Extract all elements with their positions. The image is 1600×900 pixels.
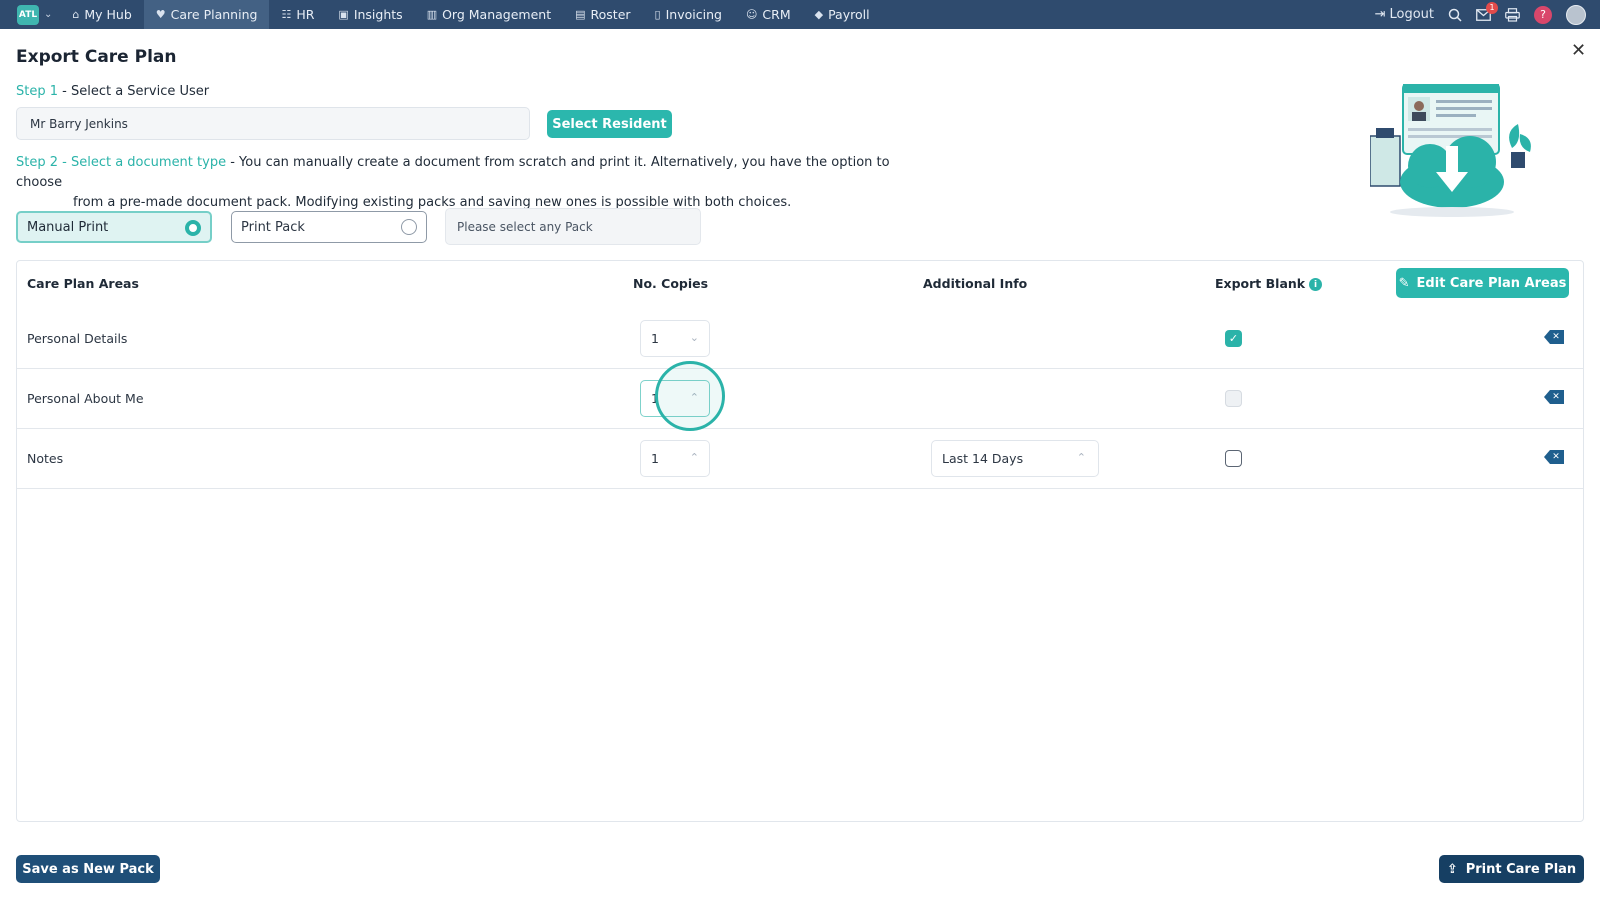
step1-label: Step 1 - Select a Service User: [16, 84, 210, 99]
header-additional-info: Additional Info: [923, 276, 1028, 291]
print-care-plan-button[interactable]: ⇪ Print Care Plan: [1439, 855, 1584, 883]
avatar-image: [1566, 4, 1586, 25]
header-care-plan-areas: Care Plan Areas: [27, 276, 139, 291]
chevron-up-icon: ⌃: [1076, 451, 1086, 464]
export-blank-checkbox: [1225, 390, 1242, 407]
users-icon: ☷: [281, 8, 292, 21]
user-icon: ☺: [745, 8, 758, 21]
home-icon: ⌂: [72, 8, 80, 21]
building-icon: ▥: [426, 8, 438, 21]
edit-care-plan-areas-button[interactable]: ✎ Edit Care Plan Areas: [1396, 268, 1569, 298]
search-icon[interactable]: [1448, 8, 1462, 22]
heart-icon: ♥: [155, 8, 166, 21]
radio-selected-icon: [185, 220, 201, 236]
page-title: Export Care Plan: [16, 47, 177, 67]
nav-insights[interactable]: ▣ Insights: [326, 0, 414, 29]
chevron-down-icon[interactable]: ⌄: [44, 9, 52, 20]
copies-select[interactable]: 1 ⌄: [640, 320, 710, 357]
help-button[interactable]: ?: [1534, 5, 1552, 24]
nav-org-management[interactable]: ▥ Org Management: [415, 0, 563, 29]
printer-icon[interactable]: [1505, 7, 1520, 22]
logout-link[interactable]: ⇥ Logout: [1375, 7, 1434, 22]
calendar-icon: ▤: [575, 8, 586, 21]
pencil-icon: ✎: [1398, 275, 1410, 291]
file-icon: ▯: [654, 8, 661, 21]
remove-row-icon[interactable]: ✕: [1544, 330, 1564, 344]
export-blank-checkbox[interactable]: [1225, 450, 1242, 467]
select-resident-button[interactable]: Select Resident: [547, 110, 672, 138]
table-row: Notes 1 ⌃ Last 14 Days ⌃ ✕: [17, 429, 1583, 489]
nav-roster[interactable]: ▤ Roster: [563, 0, 642, 29]
chevron-up-icon: ⌃: [689, 451, 699, 464]
nav-my-hub[interactable]: ⌂ My Hub: [60, 0, 143, 29]
nav-invoicing[interactable]: ▯ Invoicing: [643, 0, 734, 29]
remove-row-icon[interactable]: ✕: [1544, 390, 1564, 404]
export-illustration-icon: [1370, 84, 1531, 217]
nav-care-planning[interactable]: ♥ Care Planning: [143, 0, 270, 29]
top-nav: ATL ⌄ ⌂ My Hub ♥ Care Planning ☷ HR ▣ Insigh…: [0, 0, 1600, 29]
mail-icon[interactable]: 1: [1476, 1, 1498, 21]
click-highlight: [655, 361, 725, 431]
save-as-new-pack-button[interactable]: Save as New Pack: [16, 855, 160, 883]
table-row: Personal About Me 1 ⌃ ✕: [17, 369, 1583, 429]
help-icon: ?: [1534, 5, 1552, 24]
print-pack-option[interactable]: Print Pack: [231, 211, 427, 243]
area-name: Personal About Me: [27, 391, 144, 406]
avatar[interactable]: [1566, 4, 1586, 25]
nav-right-tools: ⇥ Logout 1 ?: [1361, 0, 1600, 29]
chevron-down-icon: ⌄: [689, 331, 699, 344]
info-icon[interactable]: i: [1309, 278, 1323, 291]
nav-crm[interactable]: ☺ CRM: [734, 0, 803, 29]
mail-badge: 1: [1486, 1, 1498, 14]
manual-print-option[interactable]: Manual Print: [16, 211, 212, 243]
header-export-blank: Export Blank i: [1215, 276, 1323, 291]
radio-unselected-icon: [401, 219, 417, 235]
area-name: Personal Details: [27, 331, 128, 346]
close-icon[interactable]: ✕: [1571, 40, 1586, 61]
table-row: Personal Details 1 ⌄ ✓ ✕: [17, 309, 1583, 369]
app-logo[interactable]: ATL: [17, 4, 39, 25]
area-name: Notes: [27, 451, 64, 466]
header-no-copies: No. Copies: [633, 276, 709, 291]
pack-select[interactable]: Please select any Pack: [445, 208, 701, 245]
additional-info-select[interactable]: Last 14 Days ⌃: [931, 440, 1099, 477]
chart-icon: ▣: [338, 8, 349, 21]
upload-icon: ⇪: [1446, 861, 1458, 877]
remove-row-icon[interactable]: ✕: [1544, 450, 1564, 464]
export-blank-checkbox[interactable]: ✓: [1225, 330, 1242, 347]
service-user-input[interactable]: Mr Barry Jenkins: [16, 107, 530, 140]
nav-payroll[interactable]: ◆ Payroll: [803, 0, 882, 29]
nav-hr[interactable]: ☷ HR: [269, 0, 326, 29]
logout-icon: ⇥: [1374, 7, 1386, 22]
copies-select[interactable]: 1 ⌃: [640, 440, 710, 477]
tag-icon: ◆: [814, 8, 824, 21]
step2-label: Step 2 - Select a document type - You ca…: [16, 155, 890, 210]
